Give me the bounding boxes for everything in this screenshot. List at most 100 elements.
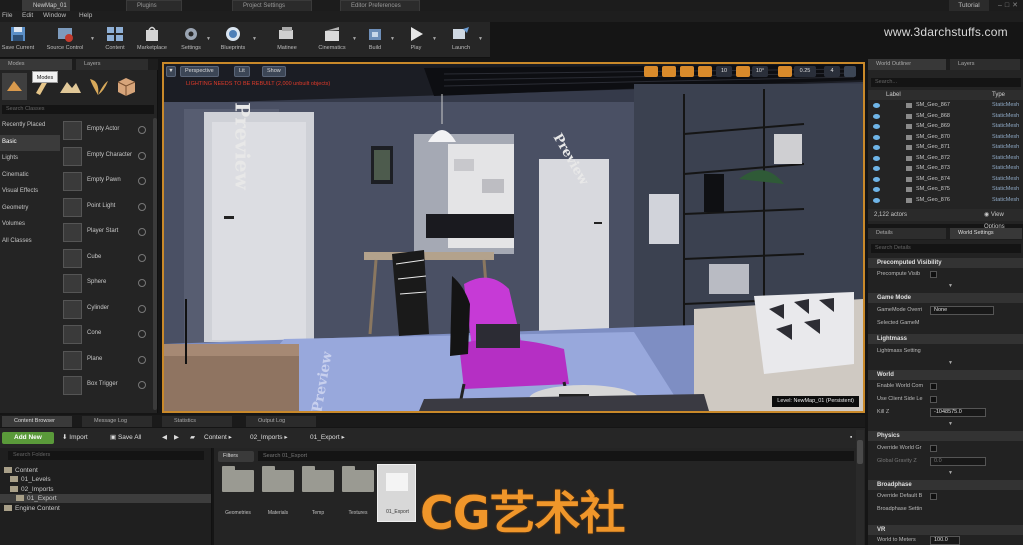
actor-item[interactable]: Cube [61,246,153,272]
actor-item[interactable]: Plane [61,348,153,374]
tab-output-log[interactable]: Output Log [246,416,316,427]
info-icon[interactable] [138,151,146,160]
chevron-down-icon[interactable]: ▼ [206,36,211,42]
section-game-mode[interactable]: Game Mode [868,293,1023,303]
eye-icon[interactable] [873,166,880,171]
cinematics-button[interactable]: Cinematics ▼ [312,24,357,56]
info-icon[interactable] [138,253,146,262]
eye-icon[interactable] [873,124,880,129]
section-vr[interactable]: VR [868,525,1023,535]
chevron-down-icon[interactable]: ▼ [390,36,395,42]
tab-message-log[interactable]: Message Log [82,416,152,427]
folder-tree-item[interactable]: 01_Export [0,494,211,503]
menu-edit[interactable]: Edit [22,12,33,19]
search-classes-input[interactable]: Search Classes [2,105,154,114]
info-icon[interactable] [138,202,146,211]
forward-button[interactable]: ▶ [174,432,179,444]
tab-content-browser[interactable]: Content Browser [2,416,72,427]
grid-snap-value[interactable]: 10 [716,66,732,77]
eye-icon[interactable] [873,145,880,150]
asset-tile[interactable]: Materials [258,464,296,524]
level-viewport[interactable]: ▼ Perspective Lit Show 10 10° 0.25 4 LIG… [162,62,865,413]
doc-tab-newmap[interactable]: NewMap_01 [22,0,70,11]
details-search-input[interactable]: Search Details [871,244,1021,253]
breadcrumb-imports[interactable]: 02_Imports ▸ [250,432,288,444]
tab-layers[interactable]: Layers [76,59,148,70]
chevron-down-icon[interactable]: ▼ [352,36,357,42]
info-icon[interactable] [138,279,146,287]
rotation-snap-value[interactable]: 10° [752,66,768,77]
section-broadphase[interactable]: Broadphase [868,480,1023,490]
eye-icon[interactable] [873,103,880,108]
type-column-header[interactable]: Type [992,90,1005,100]
chevron-down-icon[interactable]: ▼ [948,470,953,476]
category-item[interactable]: Lights [0,151,60,168]
minimize-icon[interactable]: – [998,2,1005,9]
asset-tile[interactable]: Temp [298,464,336,524]
actor-item[interactable]: Empty Character [61,144,153,170]
doc-tab-editor-preferences[interactable]: Editor Preferences [340,0,420,11]
category-item[interactable]: Volumes [0,217,60,234]
marketplace-button[interactable]: Marketplace [132,24,172,56]
info-icon[interactable] [138,228,146,236]
world-to-meters-input[interactable]: 100.0 [930,536,960,545]
override-broadphase-checkbox[interactable] [930,493,937,500]
tab-details[interactable]: Details [868,228,946,239]
chevron-down-icon[interactable]: ▼ [948,360,953,366]
eye-icon[interactable] [873,113,880,119]
precompute-visibility-checkbox[interactable] [930,271,937,278]
category-item[interactable]: All Classes [0,234,60,251]
lock-icon[interactable]: ▪ [850,432,852,444]
matinee-button[interactable]: Matinee [268,24,306,56]
category-item[interactable]: Cinematic [0,168,60,185]
tab-modes[interactable]: Modes [0,59,72,70]
chevron-down-icon[interactable]: ▼ [948,421,953,427]
eye-icon[interactable] [873,176,880,182]
play-button[interactable]: Play ▼ [400,24,437,56]
actor-item[interactable]: Box Trigger [61,373,153,399]
info-icon[interactable] [138,381,146,389]
content-browser-scrollbar[interactable] [856,430,864,545]
place-mode-icon[interactable] [2,73,27,100]
tab-statistics[interactable]: Statistics [162,416,232,427]
save-all-button[interactable]: ▣ Save All [110,432,141,444]
chevron-down-icon[interactable]: ▼ [252,36,257,42]
launch-button[interactable]: Launch ▼ [444,24,483,56]
import-button[interactable]: ⬇ Import [62,432,88,444]
folder-icon[interactable]: ▰ [190,432,195,444]
eye-icon[interactable] [873,197,880,203]
actor-item[interactable]: Cone [61,322,153,348]
eye-icon[interactable] [873,134,880,140]
rotation-snap-icon[interactable] [736,66,750,77]
build-button[interactable]: Build ▼ [360,24,395,56]
breadcrumb-content[interactable]: Content ▸ [204,432,232,444]
show-button[interactable]: Show [262,66,286,77]
scale-mode-icon[interactable] [680,66,694,77]
outliner-row[interactable]: SM_Geo_868 StaticMesh [868,112,1023,121]
outliner-row[interactable]: SM_Geo_876 StaticMesh [868,196,1023,205]
category-item[interactable]: Geometry [0,201,60,218]
maximize-viewport-icon[interactable] [844,66,856,77]
game-mode-select[interactable]: None [930,306,994,315]
eye-icon[interactable] [873,187,880,192]
info-icon[interactable] [138,126,146,134]
label-column-header[interactable]: Label [886,90,901,100]
outliner-row[interactable]: SM_Geo_872 StaticMesh [868,154,1023,163]
tab-world-outliner[interactable]: World Outliner [868,59,946,70]
close-icon[interactable]: ✕ [1012,2,1021,9]
section-precomputed-visibility[interactable]: Precomputed Visibility [868,258,1023,268]
prop-lightmass-settings[interactable]: Lightmass Setting [868,346,1023,357]
use-client-side-checkbox[interactable] [930,396,937,403]
folder-tree-item[interactable]: 02_Imports [0,485,211,494]
landscape-mode-icon[interactable] [58,73,83,100]
blueprints-button[interactable]: Blueprints ▼ [214,24,257,56]
transform-mode-icon[interactable] [644,66,658,77]
enable-world-composition-checkbox[interactable] [930,383,937,390]
section-lightmass[interactable]: Lightmass [868,334,1023,344]
asset-search-input[interactable]: Search 01_Export [258,451,854,461]
folder-search-input[interactable]: Search Folders [8,451,204,460]
asset-tile[interactable]: Textures [338,464,376,524]
viewport-options-button[interactable]: ▼ [166,66,176,77]
breadcrumb-export[interactable]: 01_Export ▸ [310,432,345,444]
rotate-mode-icon[interactable] [662,66,676,77]
